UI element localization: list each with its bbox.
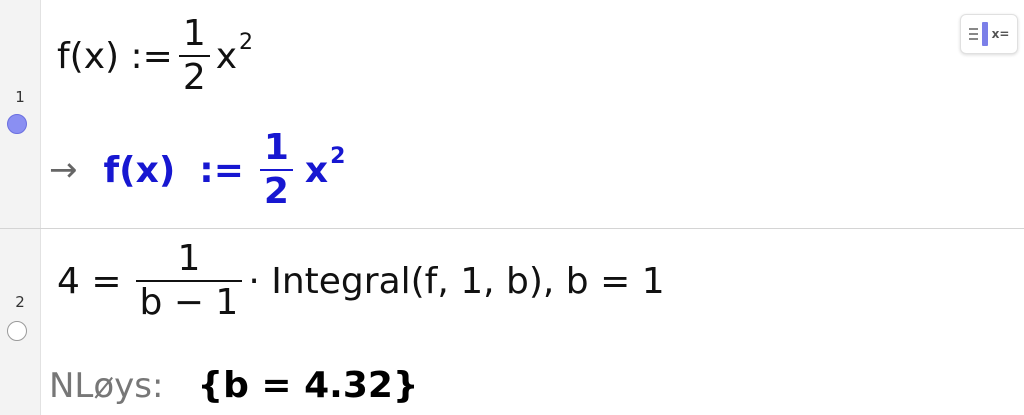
solution-result: {b = 4.32}: [197, 365, 419, 406]
exponent: 2: [239, 29, 254, 55]
variable: x: [215, 35, 238, 77]
output-operator: :=: [199, 149, 244, 191]
denominator: b − 1: [139, 282, 239, 323]
equation-lhs: 4 =: [57, 260, 122, 302]
output-denominator: 2: [263, 171, 289, 212]
cas-view: 1 f(x) := 1 2 x 2 → f(x) := 1 2 x 2 x= 2…: [0, 0, 1024, 415]
command-label: NLøys:: [49, 365, 164, 406]
input-expression[interactable]: f(x) := 1 2 x 2: [57, 16, 253, 96]
row-content: 4 = 1 b − 1 · Integral(f, 1, b), b = 1 N…: [41, 229, 1024, 415]
row-gutter: 2: [0, 229, 41, 415]
output-variable: x: [304, 149, 329, 191]
menu-lines-icon: [968, 25, 978, 43]
row-number: 2: [15, 293, 25, 311]
numerator: 1: [177, 238, 201, 279]
row-content: f(x) := 1 2 x 2 → f(x) := 1 2 x 2 x=: [41, 0, 1024, 228]
fraction: 1 b − 1: [135, 238, 243, 323]
algebra-input-toggle-icon: [981, 22, 988, 46]
output-exponent: 2: [330, 143, 346, 169]
function-definition-lhs: f(x) :=: [57, 35, 173, 77]
output-line: NLøys: {b = 4.32}: [49, 365, 419, 406]
cas-row-1[interactable]: 1 f(x) := 1 2 x 2 → f(x) := 1 2 x 2 x=: [0, 0, 1024, 229]
output-arrow-icon: →: [49, 150, 78, 190]
row-number: 1: [15, 88, 25, 106]
denominator: 2: [182, 57, 206, 98]
visibility-toggle-icon[interactable]: [7, 114, 27, 134]
row-gutter: 1: [0, 0, 41, 228]
output-lhs: f(x): [103, 149, 176, 191]
numerator: 1: [182, 13, 206, 54]
output-fraction: 1 2: [259, 127, 293, 212]
cas-row-2[interactable]: 2 4 = 1 b − 1 · Integral(f, 1, b), b = 1…: [0, 229, 1024, 415]
equation-rest: · Integral(f, 1, b), b = 1: [248, 260, 665, 302]
input-bar-toggle-button[interactable]: x=: [960, 14, 1018, 54]
visibility-toggle-icon[interactable]: [7, 321, 27, 341]
menu-x-equals-label: x=: [991, 27, 1010, 41]
input-expression[interactable]: 4 = 1 b − 1 · Integral(f, 1, b), b = 1: [57, 241, 665, 321]
output-expression: → f(x) := 1 2 x 2: [49, 130, 345, 210]
fraction: 1 2: [178, 13, 210, 98]
output-numerator: 1: [263, 127, 289, 168]
